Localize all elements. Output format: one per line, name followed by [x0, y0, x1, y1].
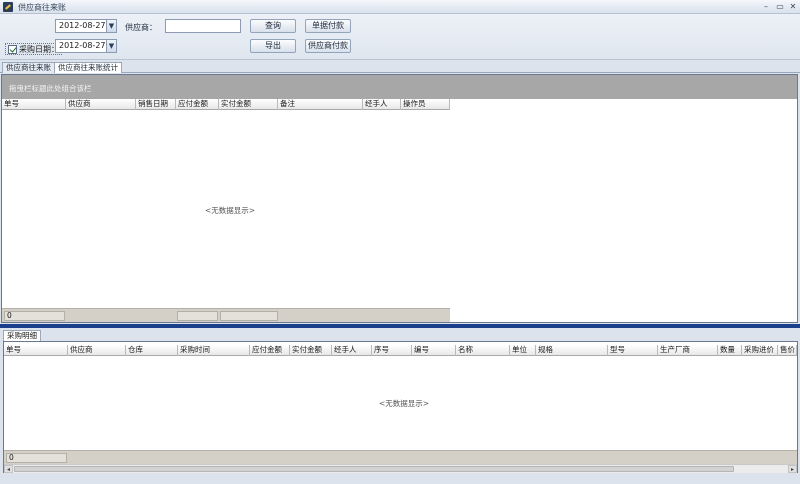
export-button[interactable]: 导出 — [250, 39, 296, 53]
date-from-value: 2012-08-27 — [59, 21, 106, 30]
column-header[interactable]: 供应商 — [68, 345, 126, 356]
date-to-picker[interactable]: 2012-08-27 ▼ — [55, 39, 117, 53]
column-header[interactable]: 数量 — [718, 345, 742, 356]
scroll-thumb[interactable] — [14, 466, 734, 472]
column-header[interactable]: 供应商 — [66, 99, 136, 110]
column-header[interactable]: 单号 — [2, 99, 66, 110]
group-by-area[interactable]: 拖曳栏标题此处组合该栏 — [2, 75, 797, 99]
column-header[interactable]: 生产厂商 — [658, 345, 718, 356]
column-header[interactable]: 型号 — [608, 345, 658, 356]
tab-supplier-accounts[interactable]: 供应商往来账 — [2, 62, 55, 73]
column-header[interactable]: 经手人 — [363, 99, 401, 110]
scroll-right-icon[interactable]: ▸ — [788, 465, 797, 473]
column-header[interactable]: 规格 — [536, 345, 608, 356]
column-header[interactable]: 应付金额 — [176, 99, 219, 110]
close-button[interactable]: ✕ — [787, 1, 799, 12]
horizontal-scrollbar[interactable]: ◂ ▸ — [4, 464, 797, 473]
column-header[interactable]: 单位 — [510, 345, 536, 356]
supplier-payment-button[interactable]: 供应商付款 — [305, 39, 351, 53]
column-header[interactable]: 采购进价 — [742, 345, 778, 356]
column-header[interactable]: 应付金额 — [250, 345, 290, 356]
date-to-dropdown-icon[interactable]: ▼ — [106, 40, 116, 52]
column-header[interactable]: 序号 — [372, 345, 412, 356]
upper-grid-header: 单号 供应商 销售日期 应付金额 实付金额 备注 经手人 操作员 — [2, 99, 450, 110]
app-icon — [3, 2, 13, 12]
tab-purchase-details[interactable]: 采购明细 — [3, 330, 41, 341]
date-from-picker[interactable]: 2012-08-27 ▼ — [55, 19, 117, 33]
filter-toolbar: 采购日期： 2012-08-27 ▼ 2012-08-27 ▼ 供应商： 查询 … — [0, 14, 800, 60]
upper-grid-panel: 拖曳栏标题此处组合该栏 单号 供应商 销售日期 应付金额 实付金额 备注 经手人… — [1, 74, 798, 323]
query-button[interactable]: 查询 — [250, 19, 296, 33]
window-title: 供应商往来账 — [18, 3, 66, 12]
upper-no-data-text: <无数据显示> — [205, 206, 256, 215]
supplier-input[interactable] — [165, 19, 241, 33]
scroll-left-icon[interactable]: ◂ — [4, 465, 13, 473]
lower-no-data-text: <无数据显示> — [379, 399, 430, 408]
restore-button[interactable]: ▭ — [774, 1, 786, 12]
column-header[interactable]: 售价 — [778, 345, 797, 356]
bill-payment-button[interactable]: 单据付款 — [305, 19, 351, 33]
column-header[interactable]: 销售日期 — [136, 99, 176, 110]
title-bar: 供应商往来账 – ▭ ✕ — [0, 0, 800, 14]
column-header[interactable]: 编号 — [412, 345, 456, 356]
date-to-value: 2012-08-27 — [59, 41, 106, 50]
footer-count: 0 — [6, 453, 67, 463]
footer-summary-payable — [177, 311, 218, 321]
date-from-dropdown-icon[interactable]: ▼ — [106, 20, 116, 32]
footer-summary-paid — [220, 311, 278, 321]
column-header[interactable]: 经手人 — [332, 345, 372, 356]
column-header[interactable]: 备注 — [278, 99, 363, 110]
purchase-date-checkbox-group[interactable]: 采购日期： — [5, 43, 62, 55]
column-header[interactable]: 名称 — [456, 345, 510, 356]
supplier-label: 供应商： — [125, 23, 157, 32]
tab-supplier-accounts-stats[interactable]: 供应商往来账统计 — [54, 62, 122, 73]
minimize-button[interactable]: – — [760, 1, 772, 12]
column-header[interactable]: 单号 — [4, 345, 68, 356]
lower-grid-panel: 单号 供应商 仓库 采购时间 应付金额 实付金额 经手人 序号 编号 名称 单位… — [3, 341, 798, 473]
purchase-date-label: 采购日期： — [19, 44, 59, 54]
footer-count: 0 — [4, 311, 65, 321]
column-header[interactable]: 仓库 — [126, 345, 178, 356]
column-header[interactable]: 采购时间 — [178, 345, 250, 356]
panel-splitter[interactable] — [0, 324, 800, 328]
lower-grid-footer: 0 — [4, 450, 797, 464]
column-header[interactable]: 实付金额 — [290, 345, 332, 356]
upper-grid-footer: 0 — [2, 308, 450, 322]
column-header[interactable]: 操作员 — [401, 99, 450, 110]
column-header[interactable]: 实付金额 — [219, 99, 278, 110]
purchase-date-checkbox[interactable] — [8, 44, 17, 54]
group-by-hint: 拖曳栏标题此处组合该栏 — [9, 84, 92, 93]
tab-strip: 供应商往来账 供应商往来账统计 — [0, 61, 800, 73]
lower-grid-header: 单号 供应商 仓库 采购时间 应付金额 实付金额 经手人 序号 编号 名称 单位… — [4, 345, 797, 356]
